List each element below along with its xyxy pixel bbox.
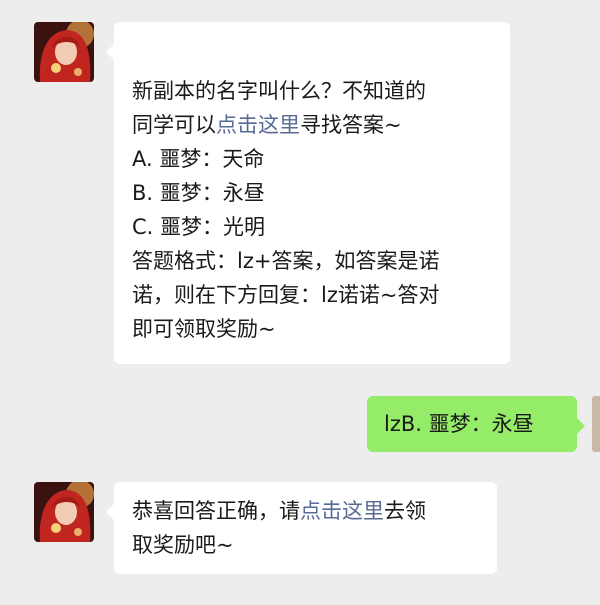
message-text-line: 取奖励吧~ — [132, 533, 234, 557]
message-text: 寻找答案~ — [300, 113, 402, 137]
click-here-link[interactable]: 点击这里 — [216, 113, 300, 137]
message-text-line: 恭喜回答正确，请点击这里去领 — [132, 494, 480, 528]
contact-avatar[interactable] — [34, 482, 94, 542]
message-text: 同学可以 — [132, 113, 216, 137]
user-avatar[interactable] — [592, 396, 600, 452]
option-b-text: B. 噩梦：永昼 — [132, 181, 265, 205]
red-haired-character-avatar-icon — [34, 482, 94, 542]
option-c-text: C. 噩梦：光明 — [132, 215, 266, 239]
option-a-text: A. 噩梦：天命 — [132, 147, 265, 171]
message-text-line: 同学可以点击这里寻找答案~ — [132, 108, 493, 142]
message-text: 去领 — [384, 499, 426, 523]
message-text: 恭喜回答正确，请 — [132, 499, 300, 523]
click-here-link[interactable]: 点击这里 — [300, 499, 384, 523]
red-haired-character-avatar-icon — [34, 22, 94, 82]
message-bubble-incoming[interactable]: 新副本的名字叫什么？不知道的 同学可以点击这里寻找答案~ A. 噩梦：天命 B.… — [106, 22, 510, 364]
message-text-line: 新副本的名字叫什么？不知道的 — [132, 79, 426, 103]
message-text-line: 即可领取奖励~ — [132, 317, 276, 341]
message-bubble-outgoing[interactable]: lzB. 噩梦：永昼 — [367, 396, 585, 452]
contact-avatar[interactable] — [34, 22, 94, 82]
message-text-line: 答题格式：lz+答案，如答案是诺 — [132, 249, 440, 273]
message-text-line: 诺，则在下方回复：lz诺诺~答对 — [132, 283, 440, 307]
reply-text: lzB. 噩梦：永昼 — [384, 412, 534, 436]
message-bubble-incoming[interactable]: 恭喜回答正确，请点击这里去领 取奖励吧~ — [106, 482, 497, 574]
